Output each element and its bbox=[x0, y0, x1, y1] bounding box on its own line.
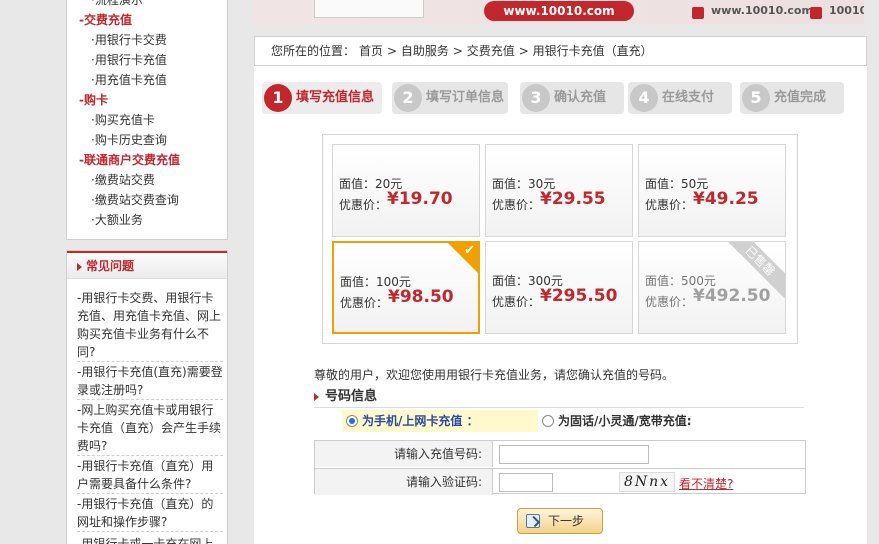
menu-item[interactable]: ·用充值卡充值 bbox=[67, 70, 227, 90]
section-title: 号码信息 bbox=[314, 388, 804, 408]
service-menu: ·流程演示 -交费充值 ·用银行卡交费 ·用银行卡充值 ·用充值卡充值 -购卡 ·购买充值卡… bbox=[66, 0, 228, 240]
menu-item[interactable]: ·用银行卡充值 bbox=[67, 50, 227, 70]
step-number-icon: 2 bbox=[394, 84, 422, 112]
check-icon bbox=[526, 514, 540, 528]
denomination-card[interactable]: 面值：30元 优惠价： ¥29.55 bbox=[485, 144, 633, 237]
faq-item[interactable]: -用银行卡或一卡充在网上 bbox=[77, 535, 223, 544]
number-row: 请输入充值号码: bbox=[315, 441, 805, 468]
denomination-card: 面值：500元 优惠价： ¥492.50 已售罄 bbox=[638, 241, 786, 334]
device-image bbox=[314, 0, 424, 18]
notice-text: 尊敬的用户，欢迎您使用用银行卡充值业务，请您确认充值的号码。 bbox=[314, 368, 675, 382]
denomination-card[interactable]: 面值：20元 优惠价： ¥19.70 bbox=[332, 144, 480, 237]
discount-price: ¥29.55 bbox=[540, 189, 606, 209]
menu-category[interactable]: -交费充值 bbox=[67, 10, 227, 30]
refresh-captcha-link[interactable]: 看不清楚? bbox=[679, 475, 733, 492]
radio-landline[interactable]: 为固话/小灵通/宽带充值: bbox=[542, 410, 692, 432]
step-label: 填写充值信息 bbox=[296, 90, 375, 105]
breadcrumb: 您所在的位置： 首页 > 自助服务 > 交费充值 > 用银行卡充值（直充） bbox=[254, 36, 867, 66]
discount-price: ¥295.50 bbox=[540, 286, 618, 306]
step-number-icon: 4 bbox=[630, 84, 658, 112]
link-icon bbox=[692, 7, 704, 19]
menu-item[interactable]: ·缴费站交费查询 bbox=[67, 190, 227, 210]
breadcrumb-payment[interactable]: > 交费充值 bbox=[453, 44, 515, 58]
number-label: 请输入充值号码: bbox=[315, 441, 493, 467]
left-sidebar: ·流程演示 -交费充值 ·用银行卡交费 ·用银行卡充值 ·用充值卡充值 -购卡 ·购买充值卡… bbox=[66, 0, 228, 544]
breadcrumb-home[interactable]: 首页 bbox=[359, 44, 383, 58]
step-number-icon: 5 bbox=[742, 84, 770, 112]
faq-title: 常见问题 bbox=[67, 251, 227, 279]
top-banner: www.10010.com www.10010.com 10010 bbox=[254, 0, 864, 24]
captcha-input[interactable] bbox=[499, 473, 553, 492]
price-label: 优惠价： bbox=[340, 296, 389, 310]
banner-url[interactable]: www.10010.com bbox=[484, 1, 634, 21]
step-label: 在线支付 bbox=[662, 90, 715, 105]
step-5: 5 充值完成 bbox=[740, 82, 844, 114]
discount-price: ¥49.25 bbox=[693, 189, 759, 209]
discount-price: ¥98.50 bbox=[388, 287, 454, 307]
progress-steps: 1 填写充值信息 2 填写订单信息 3 确认充值 4 在线支付 5 充值完成 bbox=[262, 82, 862, 114]
faq-panel: 常见问题 -用银行卡交费、用银行卡充值、用充值卡充值、网上购买充值卡业务有什么不… bbox=[66, 250, 228, 544]
number-form: 请输入充值号码: 请输入验证码: 8Nnx 看不清楚? bbox=[314, 440, 806, 495]
step-label: 填写订单信息 bbox=[426, 90, 505, 105]
recharge-type-radios: 为手机/上网卡充值 ： 为固话/小灵通/宽带充值: bbox=[342, 410, 802, 434]
checkmark-icon: ✔ bbox=[464, 243, 475, 258]
faq-item[interactable]: -用银行卡充值（直充）用户需要具备什么条件? bbox=[77, 457, 223, 494]
triangle-icon bbox=[314, 392, 319, 401]
next-step-button[interactable]: 下一步 bbox=[517, 508, 603, 534]
discount-price: ¥19.70 bbox=[387, 189, 453, 209]
step-label: 充值完成 bbox=[774, 90, 827, 105]
phone-icon bbox=[810, 7, 822, 19]
hotline-number: 10010 bbox=[829, 4, 864, 17]
menu-category[interactable]: -购卡 bbox=[67, 90, 227, 110]
faq-item[interactable]: -用银行卡充值（直充）的网址和操作步骤? bbox=[77, 495, 223, 532]
menu-item[interactable]: ·流程演示 bbox=[67, 0, 227, 10]
menu-category[interactable]: -联通商户交费充值 bbox=[67, 150, 227, 170]
captcha-label: 请输入验证码: bbox=[315, 469, 493, 495]
menu-item[interactable]: ·用银行卡交费 bbox=[67, 30, 227, 50]
price-label: 优惠价： bbox=[339, 198, 388, 212]
step-1: 1 填写充值信息 bbox=[262, 82, 382, 114]
step-label: 确认充值 bbox=[554, 90, 607, 105]
radio-checked-icon[interactable] bbox=[346, 415, 358, 427]
sold-out-ribbon: 已售罄 bbox=[729, 242, 785, 298]
captcha-image[interactable]: 8Nnx bbox=[619, 472, 675, 492]
step-2: 2 填写订单信息 bbox=[392, 82, 508, 114]
denomination-grid: 面值：20元 优惠价： ¥19.70 面值：30元 优惠价： ¥29.55 面值：50元 优惠… bbox=[322, 134, 798, 344]
breadcrumb-prefix: 您所在的位置： bbox=[271, 44, 356, 58]
number-input[interactable] bbox=[499, 445, 649, 464]
banner-small-url[interactable]: www.10010.com bbox=[711, 4, 813, 17]
triangle-icon bbox=[77, 262, 82, 271]
price-label: 优惠价： bbox=[645, 295, 694, 309]
step-3: 3 确认充值 bbox=[520, 82, 624, 114]
price-label: 优惠价： bbox=[645, 198, 694, 212]
main-content: 您所在的位置： 首页 > 自助服务 > 交费充值 > 用银行卡充值（直充） 1 填写充值信… bbox=[254, 36, 867, 544]
step-number-icon: 1 bbox=[264, 84, 292, 112]
menu-item[interactable]: ·大额业务 bbox=[67, 210, 227, 230]
denomination-card[interactable]: 面值：300元 优惠价： ¥295.50 bbox=[485, 241, 633, 334]
breadcrumb-current: > 用银行卡充值（直充） bbox=[518, 44, 653, 58]
price-label: 优惠价： bbox=[492, 295, 541, 309]
denomination-card[interactable]: 面值：100元 优惠价： ¥98.50 ✔ bbox=[332, 241, 480, 334]
breadcrumb-self-service[interactable]: > 自助服务 bbox=[387, 44, 449, 58]
menu-item[interactable]: ·缴费站交费 bbox=[67, 170, 227, 190]
captcha-row: 请输入验证码: 8Nnx 看不清楚? bbox=[315, 468, 805, 495]
faq-item[interactable]: -网上购买充值卡或用银行卡充值（直充）会产生手续费吗? bbox=[77, 401, 223, 456]
sold-out-label: 已售罄 bbox=[729, 242, 785, 298]
radio-mobile[interactable]: 为手机/上网卡充值 ： bbox=[342, 410, 538, 432]
menu-item[interactable]: ·购买充值卡 bbox=[67, 110, 227, 130]
menu-item[interactable]: ·购卡历史查询 bbox=[67, 130, 227, 150]
radio-unchecked-icon[interactable] bbox=[542, 415, 554, 427]
step-number-icon: 3 bbox=[522, 84, 550, 112]
denomination-card[interactable]: 面值：50元 优惠价： ¥49.25 bbox=[638, 144, 786, 237]
price-label: 优惠价： bbox=[492, 198, 541, 212]
faq-item[interactable]: -用银行卡交费、用银行卡充值、用充值卡充值、网上购买充值卡业务有什么不同? bbox=[77, 289, 223, 362]
step-4: 4 在线支付 bbox=[628, 82, 732, 114]
faq-item[interactable]: -用银行卡充值(直充)需要登录或注册吗? bbox=[77, 363, 223, 400]
